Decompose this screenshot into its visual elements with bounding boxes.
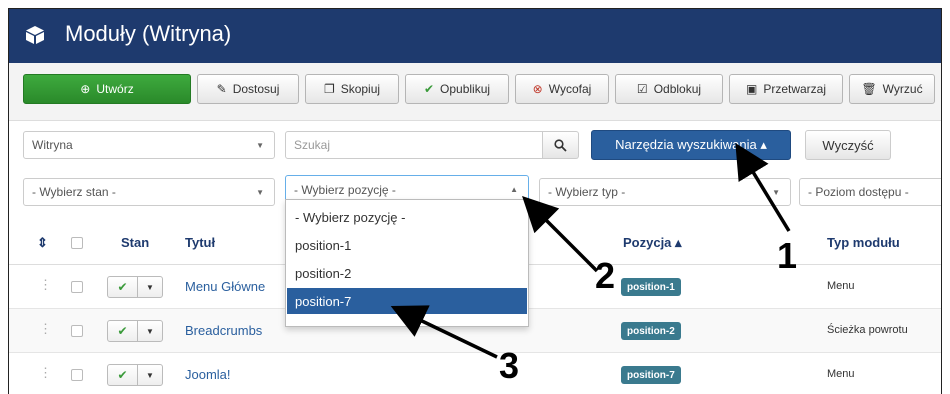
arrow-1	[735, 143, 791, 232]
arrow-3	[390, 305, 498, 359]
annotation-number: 2	[595, 255, 616, 296]
annotation-arrows	[390, 143, 791, 359]
annotation-number: 1	[777, 235, 798, 276]
module-manager-window: Moduły (Witryna) ⊕ Utwórz ✎ Dostosuj ❐ S…	[8, 8, 942, 394]
arrow-2	[522, 196, 599, 273]
annotation-number: 3	[499, 345, 520, 386]
